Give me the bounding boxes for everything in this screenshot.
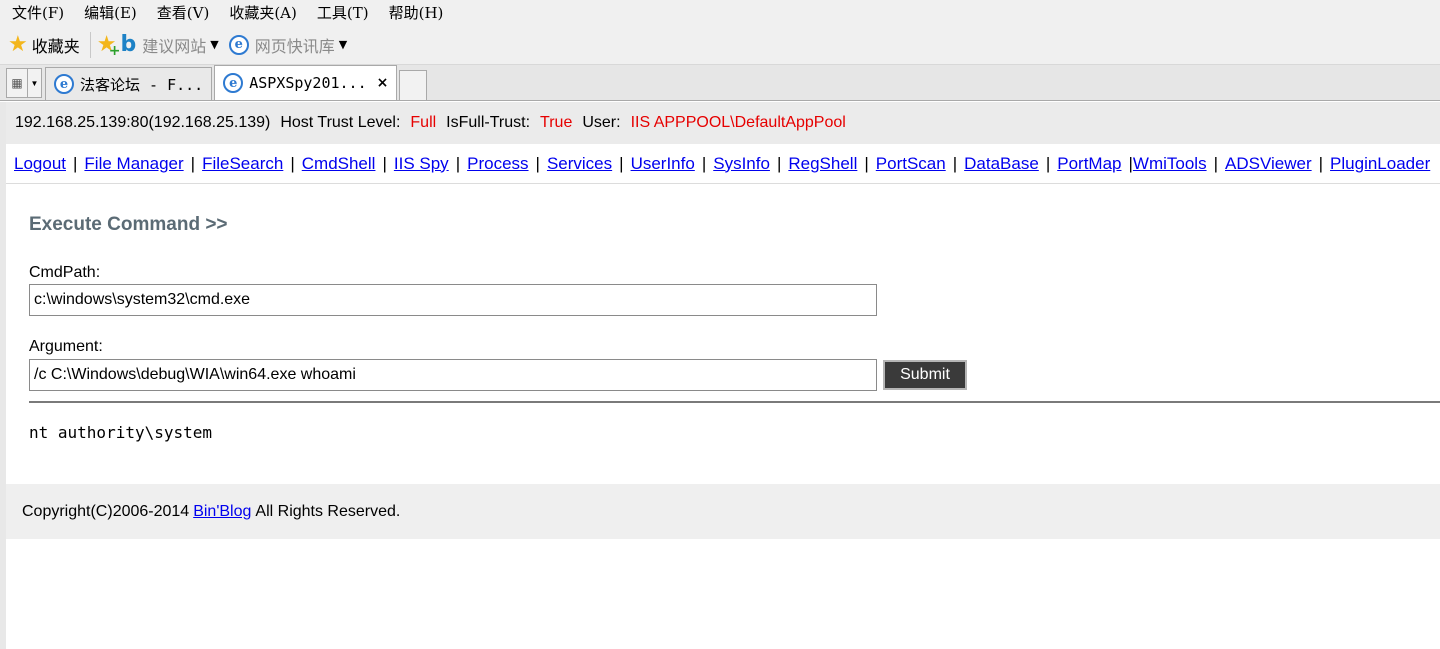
tab-aspxspy[interactable]: e ASPXSpy201... ×: [214, 65, 398, 100]
blog-link[interactable]: Bin'Blog: [193, 503, 251, 521]
nav-process[interactable]: Process: [467, 154, 528, 174]
ie-icon: e: [223, 73, 244, 93]
nav-file-manager[interactable]: File Manager: [84, 154, 183, 174]
argument-label: Argument:: [29, 338, 103, 355]
nav-wmitools[interactable]: WmiTools: [1133, 154, 1207, 174]
tab-forum[interactable]: e 法客论坛 - F...: [45, 67, 213, 100]
nav-portscan[interactable]: PortScan: [876, 154, 946, 174]
tab-bar: ▦ ▼ e 法客论坛 - F... e ASPXSpy201... ×: [0, 65, 1440, 101]
menu-help[interactable]: 帮助(H): [389, 2, 444, 23]
web-slice-label: 网页快讯库: [254, 36, 335, 56]
nav-iis-spy[interactable]: IIS Spy: [394, 154, 449, 174]
menu-view[interactable]: 查看(V): [157, 2, 210, 23]
user-label: User:: [582, 114, 621, 131]
copyright-text: Copyright(C)2006-2014: [22, 502, 190, 520]
favorites-button[interactable]: ★ 收藏夹: [8, 33, 80, 57]
tab-list-dropdown-icon[interactable]: ▼: [28, 68, 42, 98]
menu-bar: 文件(F) 编辑(E) 查看(V) 收藏夹(A) 工具(T) 帮助(H): [0, 0, 1440, 25]
web-slice-button[interactable]: e 网页快讯库: [228, 33, 335, 57]
tab-title: ASPXSpy201...: [249, 74, 367, 92]
full-trust-value: True: [540, 114, 573, 131]
star-icon: ★: [8, 31, 28, 57]
tab-title: 法客论坛 - F...: [80, 75, 204, 94]
nav-cmdshell[interactable]: CmdShell: [302, 154, 376, 174]
nav-logout[interactable]: Logout: [14, 154, 66, 174]
execute-command-panel: Execute Command >> CmdPath: Argument: Su…: [6, 184, 1440, 484]
rights-text: All Rights Reserved.: [255, 502, 401, 520]
nav-userinfo[interactable]: UserInfo: [631, 154, 695, 174]
output-divider: [29, 401, 1440, 403]
suggested-sites-button[interactable]: b 建议网站: [120, 33, 206, 57]
nav-services[interactable]: Services: [547, 154, 612, 174]
nav-database[interactable]: DataBase: [964, 154, 1039, 174]
user-value: IIS APPPOOL\DefaultAppPool: [630, 114, 846, 131]
full-trust-label: IsFull-Trust:: [446, 114, 531, 131]
menu-tools[interactable]: 工具(T): [317, 2, 369, 23]
host-info-bar: 192.168.25.139:80(192.168.25.139) Host T…: [6, 102, 1440, 144]
close-tab-icon[interactable]: ×: [377, 75, 389, 91]
suggested-sites-label: 建议网站: [142, 36, 207, 56]
menu-favorites[interactable]: 收藏夹(A): [229, 2, 297, 23]
favorites-label: 收藏夹: [31, 36, 80, 56]
footer: Copyright(C)2006-2014 Bin'Blog All Right…: [6, 484, 1440, 539]
trust-level-value: Full: [410, 114, 437, 131]
add-favorite-icon[interactable]: ★: [97, 33, 120, 58]
trust-level-label: Host Trust Level:: [280, 114, 401, 131]
section-title: Execute Command >>: [29, 214, 228, 235]
ie-icon: e: [228, 34, 249, 55]
quick-tabs-icon[interactable]: ▦: [6, 68, 28, 98]
host-address: 192.168.25.139:80(192.168.25.139): [15, 114, 271, 131]
nav-regshell[interactable]: RegShell: [788, 154, 857, 174]
menu-file[interactable]: 文件(F): [12, 2, 64, 23]
favorites-bar: ★ 收藏夹 ★ b 建议网站 ▼ e 网页快讯库 ▼: [0, 25, 1440, 65]
ie-icon: e: [54, 74, 74, 94]
nav-pluginloader[interactable]: PluginLoader: [1330, 154, 1430, 174]
shell-nav: Logout | File Manager | FileSearch | CmdShe…: [6, 144, 1440, 184]
nav-sysinfo[interactable]: SysInfo: [713, 154, 770, 174]
menu-edit[interactable]: 编辑(E): [84, 2, 137, 23]
toolbar-separator: [89, 31, 91, 58]
bing-icon: b: [120, 31, 137, 57]
cmdpath-input[interactable]: [29, 284, 877, 316]
page-content: 192.168.25.139:80(192.168.25.139) Host T…: [0, 102, 1440, 649]
cmdpath-label: CmdPath:: [29, 264, 101, 281]
nav-adsviewer[interactable]: ADSViewer: [1225, 154, 1312, 174]
submit-button[interactable]: Submit: [883, 360, 967, 390]
new-tab-button[interactable]: [399, 70, 428, 100]
web-slice-dropdown-icon[interactable]: ▼: [339, 38, 347, 51]
argument-input[interactable]: [29, 359, 877, 391]
suggested-sites-dropdown-icon[interactable]: ▼: [210, 38, 218, 51]
nav-file-search[interactable]: FileSearch: [202, 154, 283, 174]
command-output: nt authority\system: [29, 423, 213, 442]
nav-portmap[interactable]: PortMap: [1057, 154, 1121, 174]
